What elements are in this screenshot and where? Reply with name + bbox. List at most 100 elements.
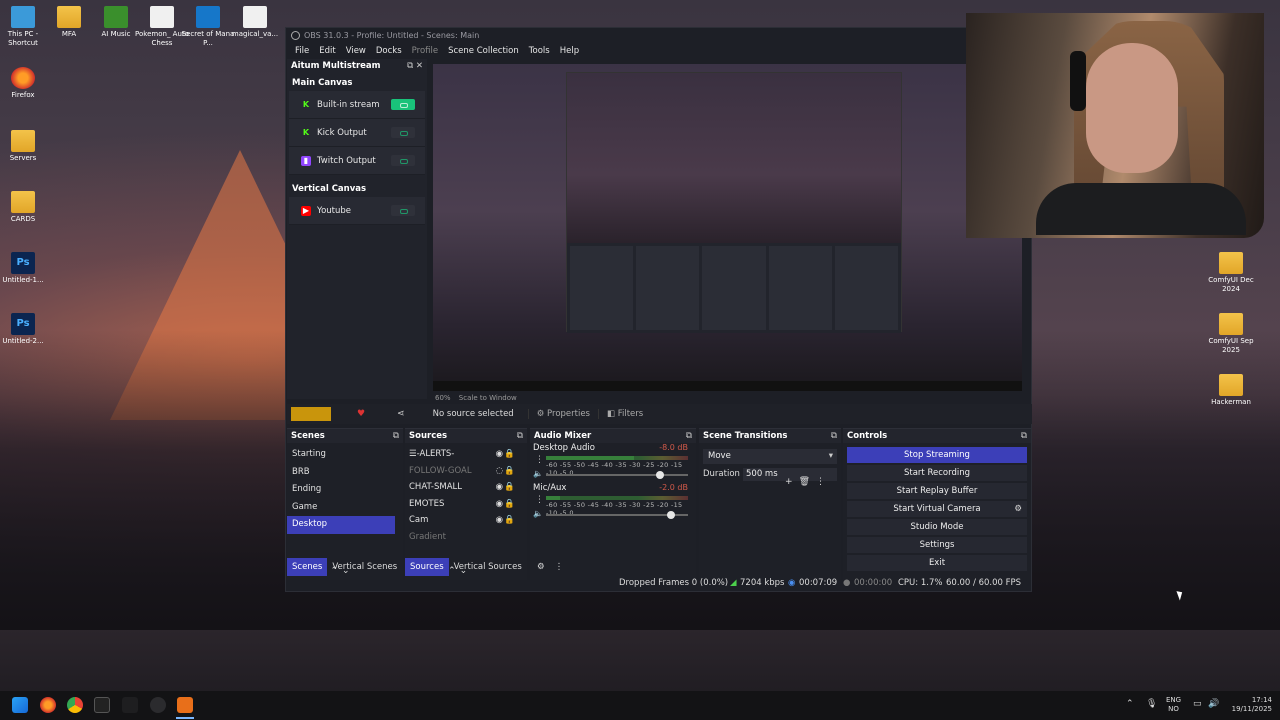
mixer-settings-icon[interactable]: ⚙: [532, 558, 550, 576]
folder-icon: [1219, 313, 1243, 335]
tab-vertical-sources[interactable]: Vertical Sources: [449, 558, 527, 576]
volume-slider[interactable]: [546, 471, 688, 479]
cpu-usage: CPU: 1.7%: [898, 578, 943, 588]
stream-toggle-button[interactable]: [391, 127, 415, 138]
menu-help[interactable]: Help: [555, 44, 584, 59]
source-item[interactable]: FOLLOW-GOAL ◌ 🔒: [405, 463, 527, 480]
studio-mode-button[interactable]: Studio Mode: [847, 519, 1027, 535]
kebab-menu-icon[interactable]: ⋮: [816, 477, 831, 487]
desktop-icon-untitled-2[interactable]: Ps Untitled-2...: [0, 313, 51, 346]
undock-icon[interactable]: ⧉: [831, 429, 837, 443]
desktop-icon-cards[interactable]: CARDS: [0, 191, 51, 224]
desktop-icon-magical-va[interactable]: magical_va...: [227, 6, 283, 39]
lock-icon[interactable]: 🔒: [504, 479, 515, 496]
start-replay-buffer-button[interactable]: Start Replay Buffer: [847, 483, 1027, 499]
multistream-title: Aitum Multistream: [291, 61, 381, 71]
desktop-icon-servers[interactable]: Servers: [0, 130, 51, 163]
settings-button[interactable]: Settings: [847, 537, 1027, 553]
stream-toggle-button[interactable]: [391, 205, 415, 216]
folder-icon: [1219, 252, 1243, 274]
undock-icon[interactable]: ⧉: [517, 429, 523, 443]
lock-icon[interactable]: 🔒: [504, 496, 515, 513]
captured-taskbar: [433, 381, 1022, 391]
chrome-icon[interactable]: [67, 697, 83, 713]
visibility-icon[interactable]: ◌: [496, 463, 503, 480]
webcam-overlay: [966, 13, 1264, 238]
volume-icon[interactable]: 🔊: [1208, 691, 1219, 720]
lock-icon[interactable]: 🔒: [504, 446, 515, 463]
visibility-icon[interactable]: ◉: [496, 496, 503, 513]
kebab-menu-icon[interactable]: ⋮: [535, 455, 544, 465]
terminal-icon[interactable]: [94, 697, 110, 713]
lock-icon[interactable]: 🔒: [504, 512, 515, 529]
chevron-up-icon[interactable]: ⌃: [1126, 691, 1134, 720]
heart-icon[interactable]: ♥: [357, 409, 365, 419]
lock-icon[interactable]: 🔒: [504, 463, 515, 480]
visibility-icon[interactable]: ◉: [496, 512, 503, 529]
microphone-icon[interactable]: 🎙: [1146, 691, 1157, 720]
vlc-icon[interactable]: [177, 697, 193, 713]
tab-sources[interactable]: Sources: [405, 558, 449, 576]
menu-profile[interactable]: Profile: [407, 44, 443, 59]
undock-icon[interactable]: ⧉: [686, 429, 692, 443]
menu-docks[interactable]: Docks: [371, 44, 407, 59]
add-icon[interactable]: +: [785, 477, 799, 487]
undock-icon[interactable]: ⧉: [407, 61, 413, 71]
source-item[interactable]: Gradient: [405, 529, 527, 546]
menu-file[interactable]: File: [290, 44, 314, 59]
app-icon[interactable]: [122, 697, 138, 713]
desktop-icon-untitled-1[interactable]: Ps Untitled-1...: [0, 252, 51, 285]
stop-streaming-button[interactable]: Stop Streaming: [847, 447, 1027, 463]
properties-button[interactable]: ⚙ Properties: [527, 409, 598, 419]
kebab-menu-icon[interactable]: ⋮: [550, 558, 569, 576]
tab-vertical-scenes[interactable]: Vertical Scenes: [327, 558, 402, 576]
filters-button[interactable]: ◧ Filters: [598, 409, 651, 419]
volume-slider[interactable]: [546, 511, 688, 519]
desktop-icon-firefox[interactable]: Firefox: [0, 67, 51, 100]
twitch-logo-icon: ▮: [301, 155, 311, 166]
stream-toggle-button[interactable]: [391, 155, 415, 166]
desktop-icon-hackerman[interactable]: Hackerman: [1203, 374, 1259, 407]
scene-item-ending[interactable]: Ending: [287, 481, 403, 499]
menu-edit[interactable]: Edit: [314, 44, 340, 59]
speaker-icon[interactable]: 🔈: [533, 509, 543, 518]
speaker-icon[interactable]: 🔈: [533, 469, 543, 478]
obs-icon[interactable]: [150, 697, 166, 713]
language-indicator[interactable]: ENG NO: [1166, 691, 1181, 720]
obs-titlebar[interactable]: OBS 31.0.3 - Profile: Untitled - Scenes:…: [286, 28, 1031, 44]
windows-start-icon[interactable]: [12, 697, 28, 713]
share-icon[interactable]: ⋖: [397, 409, 405, 419]
visibility-icon[interactable]: ◉: [496, 446, 503, 463]
undock-icon[interactable]: ⧉: [1021, 429, 1027, 443]
menu-tools[interactable]: Tools: [524, 44, 555, 59]
firefox-icon[interactable]: [40, 697, 56, 713]
visibility-icon[interactable]: ◉: [496, 479, 503, 496]
clock[interactable]: 17:14 19/11/2025: [1226, 691, 1272, 720]
start-virtual-camera-button[interactable]: Start Virtual Camera ⚙: [847, 501, 1027, 517]
exit-button[interactable]: Exit: [847, 555, 1027, 571]
scale-dropdown[interactable]: Scale to Window: [459, 394, 517, 402]
start-recording-button[interactable]: Start Recording: [847, 465, 1027, 481]
transition-select[interactable]: Move ▾: [703, 449, 837, 464]
scene-item-brb[interactable]: BRB: [287, 464, 403, 482]
program-preview[interactable]: [433, 64, 1022, 391]
scene-item-game[interactable]: Game: [287, 499, 403, 517]
scene-item-desktop[interactable]: Desktop: [287, 516, 395, 534]
trash-icon[interactable]: 🗑: [799, 477, 816, 487]
source-item[interactable]: Cam ◉ 🔒: [405, 512, 527, 529]
tab-scenes[interactable]: Scenes: [287, 558, 328, 576]
undock-icon[interactable]: ⧉: [393, 429, 399, 443]
close-icon[interactable]: ✕: [416, 61, 423, 71]
network-icon[interactable]: ▭: [1193, 691, 1202, 720]
gear-icon[interactable]: ⚙: [1014, 501, 1022, 517]
menu-scene-collection[interactable]: Scene Collection: [443, 44, 524, 59]
desktop-icon-comfyui-dec-2024[interactable]: ComfyUI Dec 2024: [1203, 252, 1259, 294]
source-item[interactable]: ☰-ALERTS- ◉ 🔒: [405, 446, 527, 463]
source-item[interactable]: CHAT-SMALL ◉ 🔒: [405, 479, 527, 496]
source-item[interactable]: EMOTES ◉ 🔒: [405, 496, 527, 513]
desktop-icon-comfyui-sep-2025[interactable]: ComfyUI Sep 2025: [1203, 313, 1259, 355]
scene-item-starting[interactable]: Starting: [287, 446, 403, 464]
menu-view[interactable]: View: [341, 44, 371, 59]
kebab-menu-icon[interactable]: ⋮: [535, 495, 544, 505]
stream-toggle-button[interactable]: [391, 99, 415, 110]
